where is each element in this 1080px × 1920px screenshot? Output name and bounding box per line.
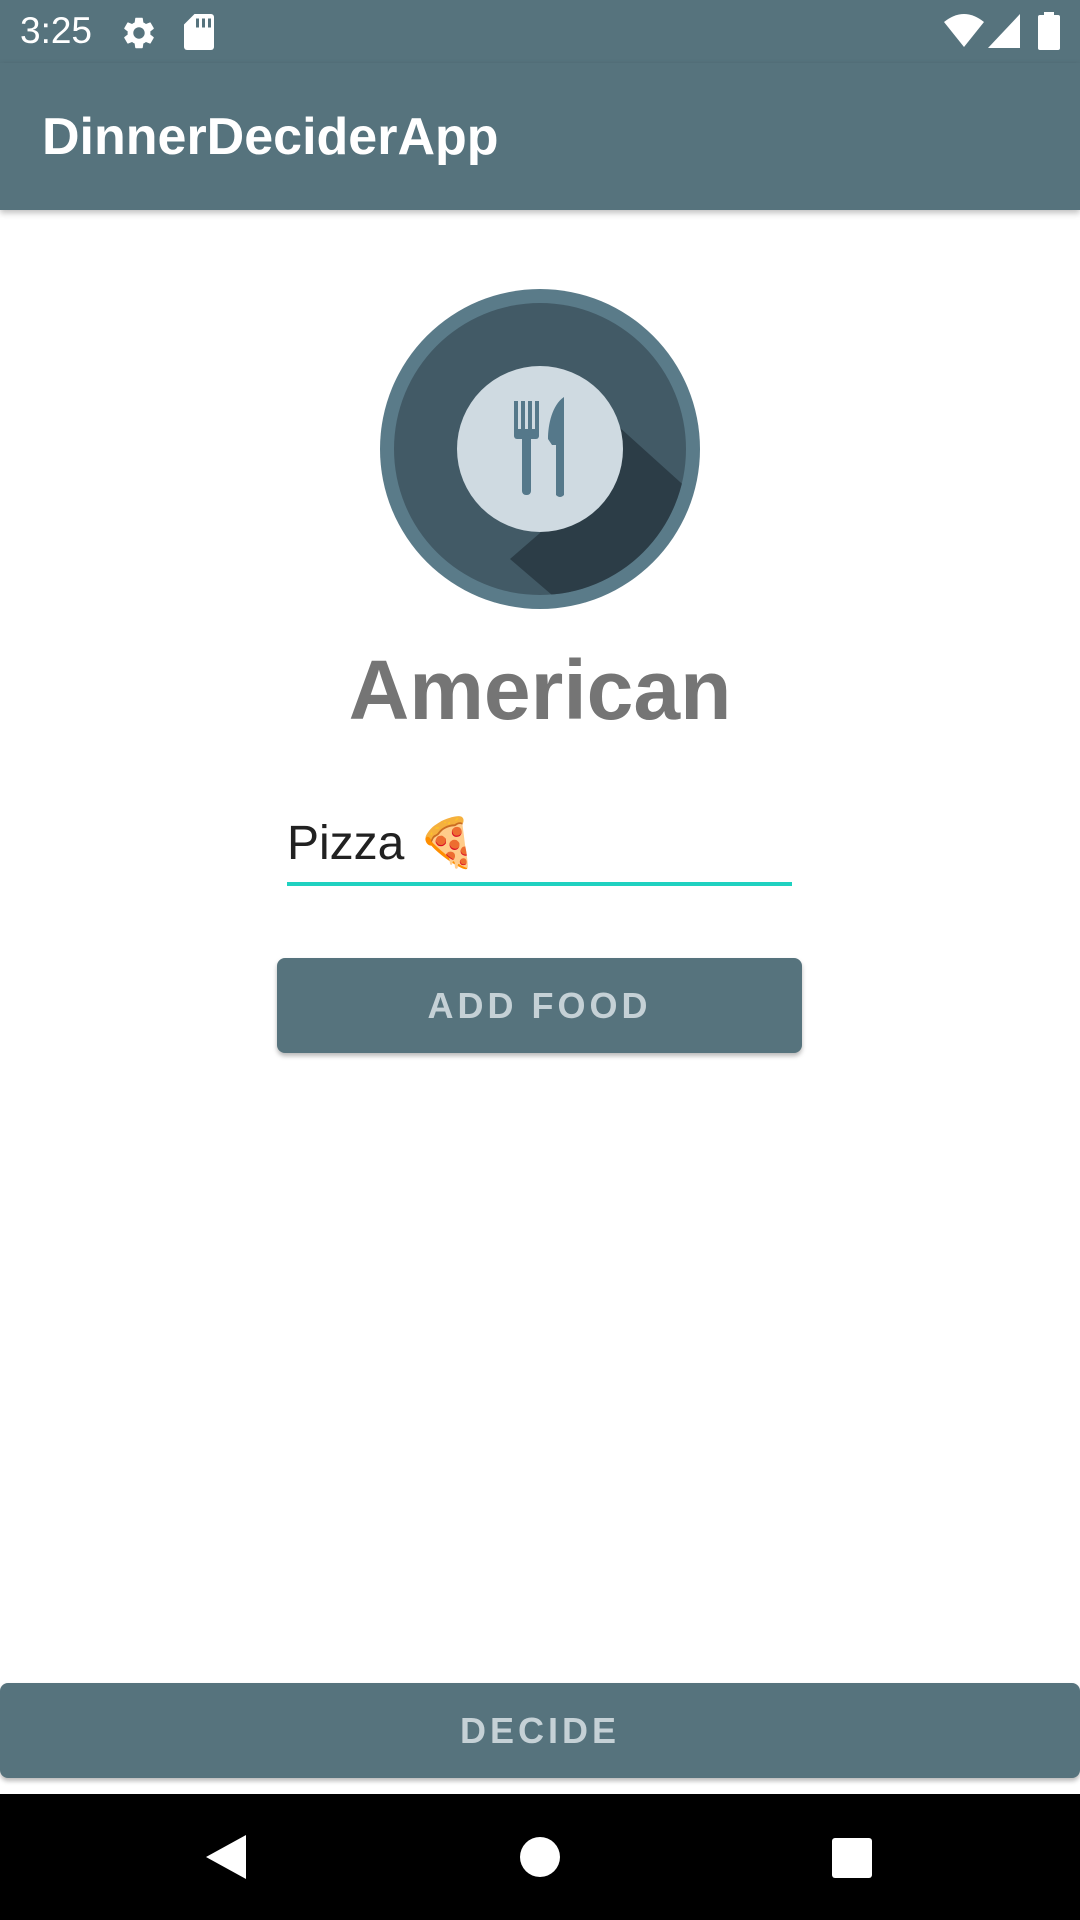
gear-icon — [124, 17, 154, 49]
food-input-field — [287, 806, 792, 886]
fork-knife-plate-icon — [380, 289, 700, 609]
back-icon[interactable] — [190, 1822, 260, 1892]
sd-card-icon — [184, 14, 214, 50]
cuisine-label: American — [348, 643, 732, 737]
signal-icon — [988, 14, 1020, 48]
status-bar: 3:25 — [0, 0, 1080, 63]
recents-icon[interactable] — [816, 1822, 886, 1892]
wifi-icon — [944, 14, 984, 47]
navigation-bar — [0, 1794, 1080, 1920]
status-time: 3:25 — [20, 10, 93, 51]
home-icon[interactable] — [505, 1822, 575, 1892]
app-title: DinnerDeciderApp — [42, 108, 499, 166]
decide-button[interactable]: DECIDE — [0, 1683, 1080, 1778]
battery-icon — [1038, 12, 1060, 50]
food-input[interactable] — [287, 806, 792, 878]
app-bar: DinnerDeciderApp — [0, 63, 1080, 210]
add-food-button[interactable]: ADD FOOD — [277, 958, 802, 1053]
